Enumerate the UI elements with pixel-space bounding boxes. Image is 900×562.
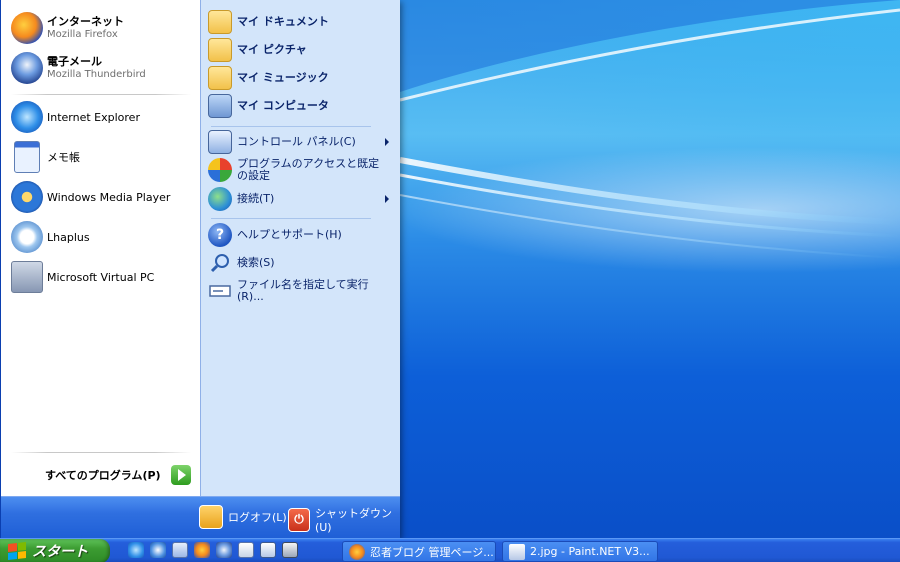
all-programs-button[interactable]: すべてのプログラム(P) <box>45 465 191 485</box>
notepad-icon <box>14 141 40 173</box>
places-item-label: マイ ピクチャ <box>237 43 307 56</box>
start-menu-footer: ログオフ(L) ⏻ シャットダウン(U) <box>1 496 400 538</box>
all-programs-label: すべてのプログラム(P) <box>45 469 161 482</box>
places-item-my-pictures[interactable]: マイ ピクチャ <box>208 38 393 62</box>
virtual-pc-icon <box>11 261 43 293</box>
lhaplus-icon <box>11 221 43 253</box>
pinned-item-title: 電子メール <box>47 55 102 68</box>
quicklaunch-ie-icon[interactable] <box>128 542 144 558</box>
start-menu: インターネット Mozilla Firefox 電子メール Mozilla Th… <box>0 0 400 538</box>
search-icon <box>208 251 232 275</box>
firefox-icon <box>11 12 43 44</box>
quicklaunch-firefox-icon[interactable] <box>194 542 210 558</box>
places-item-control-panel[interactable]: コントロール パネル(C) <box>208 130 393 154</box>
places-separator <box>211 126 371 127</box>
taskbar-button-paintnet[interactable]: 2.jpg - Paint.NET V3... <box>502 541 658 562</box>
taskbar-button-label: 忍者ブログ 管理ページ... <box>370 545 494 559</box>
submenu-arrow-icon <box>385 195 389 203</box>
quicklaunch-thunderbird-icon[interactable] <box>216 542 232 558</box>
quicklaunch-ie-alt-icon[interactable] <box>150 542 166 558</box>
quicklaunch-tool-icon[interactable] <box>282 542 298 558</box>
places-item-label: 接続(T) <box>237 192 275 205</box>
recent-item-virtual-pc[interactable]: Microsoft Virtual PC <box>11 261 154 293</box>
network-globe-icon <box>208 187 232 211</box>
recent-item-label: Lhaplus <box>47 230 90 244</box>
logoff-button[interactable]: ログオフ(L) <box>199 505 287 529</box>
places-item-label: マイ コンピュータ <box>237 99 329 112</box>
places-item-label: コントロール パネル(C) <box>237 135 356 148</box>
folder-pictures-icon <box>208 38 232 62</box>
firefox-icon <box>349 543 365 560</box>
logoff-label: ログオフ(L) <box>228 511 287 524</box>
pinned-item-subtitle: Mozilla Firefox <box>47 29 118 40</box>
recent-item-lhaplus[interactable]: Lhaplus <box>11 221 90 253</box>
arrow-right-icon <box>170 465 191 485</box>
pinned-item-firefox[interactable]: インターネット Mozilla Firefox <box>11 12 124 44</box>
pinned-item-thunderbird[interactable]: 電子メール Mozilla Thunderbird <box>11 52 146 84</box>
places-item-search[interactable]: 検索(S) <box>208 251 393 275</box>
shutdown-label: シャットダウン(U) <box>314 507 392 534</box>
power-icon: ⏻ <box>288 507 310 532</box>
key-icon <box>199 505 223 529</box>
places-item-label: 検索(S) <box>237 256 275 269</box>
pinned-item-title: インターネット <box>47 15 124 28</box>
places-item-label: ファイル名を指定して実行(R)... <box>237 278 369 303</box>
computer-icon <box>208 94 232 118</box>
places-item-help[interactable]: ? ヘルプとサポート(H) <box>208 223 393 247</box>
recent-item-notepad[interactable]: メモ帳 <box>11 141 80 173</box>
places-item-program-access[interactable]: プログラムのアクセスと既定の設定 <box>208 158 393 182</box>
places-item-connect[interactable]: 接続(T) <box>208 187 393 211</box>
places-item-label: マイ ミュージック <box>237 71 329 84</box>
all-programs-separator <box>11 452 191 453</box>
start-label: スタート <box>32 544 88 560</box>
thunderbird-icon <box>11 52 43 84</box>
recent-item-internet-explorer[interactable]: Internet Explorer <box>11 101 140 133</box>
submenu-arrow-icon <box>385 138 389 146</box>
program-access-icon <box>208 158 232 182</box>
taskbar-button-firefox[interactable]: 忍者ブログ 管理ページ... <box>342 541 496 562</box>
places-item-run[interactable]: ファイル名を指定して実行(R)... <box>208 279 393 303</box>
places-item-my-computer[interactable]: マイ コンピュータ <box>208 94 393 118</box>
quick-launch <box>128 542 298 558</box>
pinned-item-subtitle: Mozilla Thunderbird <box>47 69 146 80</box>
internet-explorer-icon <box>11 101 43 133</box>
places-item-label: プログラムのアクセスと既定の設定 <box>237 157 380 182</box>
folder-music-icon <box>208 66 232 90</box>
start-menu-left-pane: インターネット Mozilla Firefox 電子メール Mozilla Th… <box>1 0 201 496</box>
folder-documents-icon <box>208 10 232 34</box>
media-player-icon <box>11 181 43 213</box>
start-button[interactable]: スタート <box>0 539 110 562</box>
recent-item-label: メモ帳 <box>47 150 80 164</box>
places-item-my-documents[interactable]: マイ ドキュメント <box>208 10 393 34</box>
quicklaunch-app-icon[interactable] <box>238 542 254 558</box>
paint-net-icon <box>509 543 525 560</box>
places-item-label: ヘルプとサポート(H) <box>237 228 342 241</box>
taskbar: スタート 忍者ブログ 管理ページ... 2.jpg - Paint.NET V3… <box>0 538 900 562</box>
quicklaunch-desktop-icon[interactable] <box>172 542 188 558</box>
recent-item-label: Microsoft Virtual PC <box>47 270 155 284</box>
places-item-label: マイ ドキュメント <box>237 15 329 28</box>
control-panel-icon <box>208 130 232 154</box>
taskbar-button-label: 2.jpg - Paint.NET V3... <box>530 545 650 558</box>
recent-item-media-player[interactable]: Windows Media Player <box>11 181 170 213</box>
places-item-my-music[interactable]: マイ ミュージック <box>208 66 393 90</box>
help-separator <box>211 218 371 219</box>
windows-logo-icon <box>8 542 26 560</box>
shutdown-button[interactable]: ⏻ シャットダウン(U) <box>288 505 400 534</box>
quicklaunch-paint-icon[interactable] <box>260 542 276 558</box>
recent-item-label: Windows Media Player <box>47 190 171 204</box>
run-icon <box>208 279 232 303</box>
help-icon: ? <box>208 223 232 247</box>
recent-item-label: Internet Explorer <box>47 110 140 124</box>
pinned-separator <box>11 94 191 95</box>
